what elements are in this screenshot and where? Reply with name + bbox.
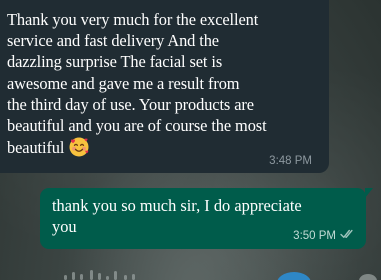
incoming-message-text: Thank you very much for the excellent se… (7, 10, 267, 158)
waveform-bar (132, 274, 135, 280)
waveform-bar (72, 272, 75, 280)
waveform-bar (114, 271, 117, 280)
waveform-bar (98, 273, 101, 280)
waveform-bar (106, 276, 109, 280)
waveform-bar (90, 270, 93, 280)
bubble-tail (365, 188, 373, 198)
waveform-bar (80, 274, 83, 280)
waveform-bar (64, 275, 67, 280)
outgoing-message-bubble[interactable]: thank you so much sir, I do appreciate y… (40, 188, 373, 249)
voice-message-peek (0, 268, 381, 280)
waveform-bar (124, 275, 127, 280)
incoming-message-bubble[interactable]: Thank you very much for the excellent se… (0, 0, 329, 173)
outgoing-message-time: 3:50 PM (293, 229, 336, 242)
sender-avatar (359, 274, 377, 280)
incoming-message-time: 3:48 PM (269, 155, 312, 167)
smiling-face-with-hearts-icon (68, 136, 90, 163)
voice-play-button[interactable] (277, 272, 311, 280)
double-check-read-icon (340, 229, 356, 242)
